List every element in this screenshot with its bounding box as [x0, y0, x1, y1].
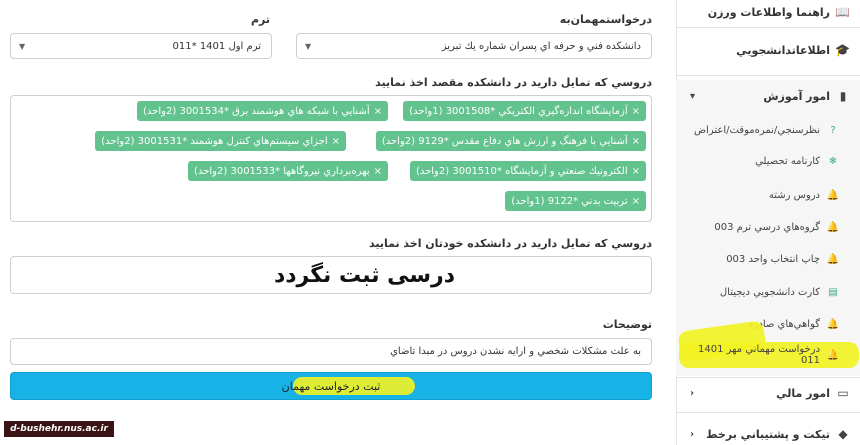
sidebar-item-label: امور آموزش — [763, 89, 830, 103]
sidebar-subitem-guest-request[interactable]: 🔔 درخواست مهماني مهر 1401 011 — [676, 344, 860, 366]
sidebar-item-label: راهنما واطلاعات ورزن — [707, 5, 830, 19]
bell-icon: 🔔 — [826, 253, 840, 265]
sidebar-subitem-label: دروس رشته — [768, 189, 820, 201]
book-icon: 📖 — [835, 5, 850, 19]
own-courses-box[interactable]: درسی ثبت نگردد — [10, 256, 652, 294]
ticket-icon: ◆ — [838, 427, 848, 441]
sidebar-item-ticket[interactable]: ◆ تيكت و پشتيباني برخط ‹ — [676, 423, 860, 445]
course-tag[interactable]: × آشنايي با شبكه هاي هوشمند برق *3001534 … — [137, 101, 388, 121]
divider — [676, 27, 860, 28]
course-tag[interactable]: × آزمايشگاه اندازه‌گيري الكتريكي *3001508… — [403, 101, 646, 121]
course-tag-label: آشنايي با فرهنگ و ارزش هاي دفاع مقدس *91… — [381, 135, 628, 147]
course-tag[interactable]: × بهره‌برداري نيروگاهها *3001533 (2واحد) — [188, 161, 388, 181]
dest-courses-label: دروسي كه تمايل داريد در دانشكده مقصد اخذ… — [375, 76, 652, 89]
remove-icon[interactable]: × — [374, 166, 382, 177]
divider — [676, 377, 860, 378]
sidebar-item-finance[interactable]: ▭ امور مالي ‹ — [676, 381, 860, 405]
sidebar-subitem-courses[interactable]: 🔔 دروس رشته — [676, 184, 860, 206]
divider — [676, 412, 860, 413]
sidebar-subitem-print[interactable]: 🔔 چاپ انتخاب واحد 003 — [676, 248, 860, 270]
book-icon: ▮ — [839, 89, 847, 103]
course-tag[interactable]: × آشنايي با فرهنگ و ارزش هاي دفاع مقدس *9… — [375, 131, 646, 151]
desc-value: به علت مشكلات شخصي و ارايه نشدن دروس در … — [390, 346, 641, 357]
sidebar-subitem-card[interactable]: ▤ كارت دانشجويي ديجيتال — [676, 281, 860, 303]
sidebar-item-label: امور مالي — [776, 386, 830, 400]
sidebar-item-guide[interactable]: 📖 راهنما واطلاعات ورزن — [676, 0, 860, 24]
card-icon: ▤ — [828, 286, 838, 298]
term-select[interactable]: ترم اول 1401 *011 ▼ — [10, 33, 272, 59]
snowflake-icon: ❄ — [828, 155, 838, 167]
course-tag[interactable]: × اجزاي سيستم‌هاي كنترل هوشمند *3001531 (… — [95, 131, 346, 151]
remove-icon[interactable]: × — [332, 136, 340, 147]
graduation-cap-icon: 🎓 — [835, 43, 850, 57]
sidebar-item-education[interactable]: ▮ امور آموزش ▾ — [676, 84, 860, 108]
money-icon: ▭ — [837, 386, 849, 400]
handwritten-note: درسی ثبت نگردد — [273, 263, 455, 288]
host-select[interactable]: دانشكده فني و حرفه اي پسران شماره يك تبر… — [296, 33, 652, 59]
submit-guest-request-button[interactable]: ثبت درخواست مهمان — [10, 372, 652, 400]
sidebar-subitem-label: درخواست مهماني مهر 1401 011 — [698, 344, 821, 366]
course-tag-label: تربيت بدني *9122 (1واحد) — [511, 195, 628, 207]
sidebar-subitem-groups[interactable]: 🔔 گروه‌هاي درسي ترم 003 — [676, 216, 860, 238]
desc-label: توضيحات — [602, 318, 652, 331]
sidebar-subitem-label: كارت دانشجويي ديجيتال — [719, 286, 820, 298]
bell-icon: 🔔 — [826, 318, 840, 330]
bell-icon: 🔔 — [826, 349, 840, 361]
sidebar-subitem-label: گروه‌هاي درسي ترم 003 — [714, 221, 820, 233]
host-label: درخواستمهمان‌به — [559, 13, 652, 26]
bell-icon: 🔔 — [826, 221, 840, 233]
remove-icon[interactable]: × — [632, 106, 640, 117]
sidebar: 📖 راهنما واطلاعات ورزن 🎓 اطلاعاتدانشجويي… — [676, 0, 860, 445]
remove-icon[interactable]: × — [632, 196, 640, 207]
dropdown-arrow-icon: ▼ — [305, 41, 312, 51]
own-courses-label: دروسي كه تمايل داريد در دانشكده خودتان ا… — [368, 237, 652, 250]
submit-label: ثبت درخواست مهمان — [281, 379, 381, 393]
sidebar-subitem-label: چاپ انتخاب واحد 003 — [726, 253, 820, 265]
site-watermark: d-bushehr.nus.ac.ir — [4, 421, 114, 437]
remove-icon[interactable]: × — [632, 136, 640, 147]
sidebar-subitem-label: كارنامه تحصيلي — [755, 155, 820, 167]
course-tag-label: اجزاي سيستم‌هاي كنترل هوشمند *3001531 (2… — [101, 135, 328, 147]
course-tag[interactable]: × الكترونيك صنعتي و آزمايشگاه *3001510 (2… — [409, 161, 646, 181]
sidebar-subitem-label: نظرسنجي/نمره‌موقت/اعتراض — [693, 124, 820, 136]
sidebar-item-label: تيكت و پشتيباني برخط — [706, 427, 830, 441]
dest-courses-box[interactable]: × آزمايشگاه اندازه‌گيري الكتريكي *3001508… — [10, 95, 652, 222]
term-select-value: ترم اول 1401 *011 — [172, 40, 261, 52]
dropdown-arrow-icon: ▼ — [19, 41, 26, 51]
course-tag[interactable]: × تربيت بدني *9122 (1واحد) — [505, 191, 646, 211]
chevron-left-icon: ‹ — [690, 428, 695, 440]
course-tag-label: الكترونيك صنعتي و آزمايشگاه *3001510 (2و… — [415, 165, 628, 177]
remove-icon[interactable]: × — [632, 166, 640, 177]
course-tag-label: آشنايي با شبكه هاي هوشمند برق *3001534 (… — [143, 105, 370, 117]
term-label: ترم — [250, 13, 270, 26]
remove-icon[interactable]: × — [374, 106, 382, 117]
host-select-value: دانشكده فني و حرفه اي پسران شماره يك تبر… — [441, 40, 641, 52]
bell-icon: 🔔 — [826, 189, 840, 201]
question-icon: ? — [830, 124, 836, 136]
divider — [676, 75, 860, 76]
sidebar-item-label: اطلاعاتدانشجويي — [736, 43, 830, 57]
sidebar-subitem-transcript[interactable]: ❄ كارنامه تحصيلي — [676, 150, 860, 172]
sidebar-subitem-survey[interactable]: ? نظرسنجي/نمره‌موقت/اعتراض — [676, 119, 860, 141]
chevron-left-icon: ‹ — [690, 387, 695, 399]
chevron-down-icon: ▾ — [690, 90, 696, 102]
course-tag-label: بهره‌برداري نيروگاهها *3001533 (2واحد) — [194, 165, 370, 177]
sidebar-item-student-info[interactable]: 🎓 اطلاعاتدانشجويي — [676, 36, 860, 64]
desc-input[interactable]: به علت مشكلات شخصي و ارايه نشدن دروس در … — [10, 338, 652, 365]
course-tag-label: آزمايشگاه اندازه‌گيري الكتريكي *3001508 … — [409, 105, 628, 117]
